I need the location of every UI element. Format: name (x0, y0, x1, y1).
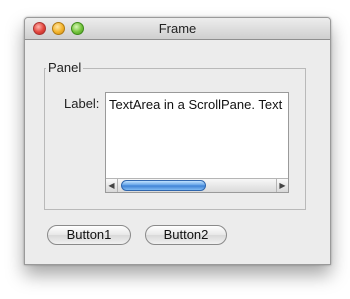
text-area-content[interactable]: TextArea in a ScrollPane. Text (109, 97, 282, 112)
button1[interactable]: Button1 (47, 225, 131, 245)
horizontal-scrollbar[interactable]: ◀ ▶ (106, 178, 288, 192)
title-bar[interactable]: Frame (25, 18, 330, 40)
scroll-right-icon[interactable]: ▶ (276, 179, 288, 192)
button2[interactable]: Button2 (145, 225, 227, 245)
frame-window: Frame Panel Label: TextArea in a ScrollP… (24, 17, 331, 265)
scroll-thumb[interactable] (121, 180, 206, 191)
scroll-left-icon[interactable]: ◀ (106, 179, 118, 192)
panel-title: Panel (46, 60, 84, 75)
text-area-scrollpane[interactable]: TextArea in a ScrollPane. Text ◀ ▶ (105, 92, 289, 193)
field-label: Label: (64, 96, 100, 111)
window-title: Frame (158, 21, 197, 36)
